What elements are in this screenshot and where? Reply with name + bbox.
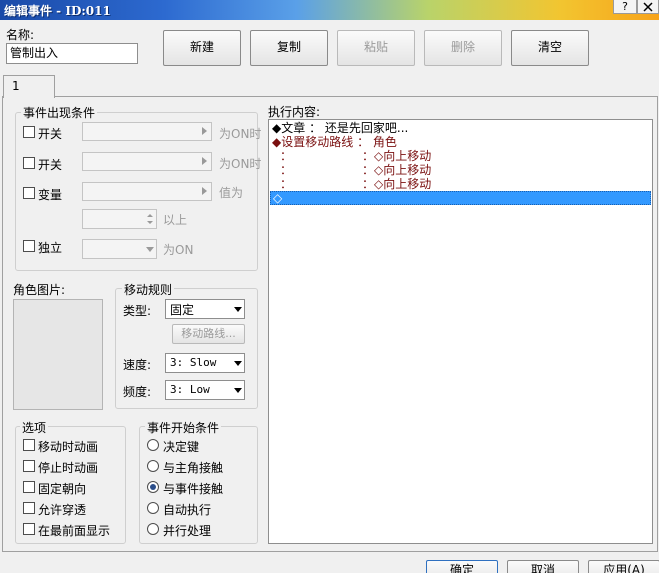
variable-label: 变量 [38,188,63,202]
variable-select[interactable] [82,182,212,201]
trigger-radio[interactable] [147,502,159,514]
spinner-arrows-icon [147,214,153,224]
character-image-label: 角色图片: [13,283,66,297]
speed-value: 3: Slow [170,356,217,369]
arrow-right-icon [202,187,207,195]
help-button[interactable]: ? [613,0,637,14]
frequency-label: 频度: [123,385,152,399]
move-type-label: 类型: [123,304,152,318]
close-icon [643,2,653,12]
option-label: 允许穿透 [38,503,87,517]
command-line[interactable]: ： ： ◇向上移动 [280,177,431,191]
trigger-label: 与事件接触 [163,482,224,496]
ok-button[interactable]: 确定 [426,560,498,573]
trigger-label: 与主角接触 [163,461,224,475]
chevron-down-icon [234,307,242,312]
self-switch-label: 独立 [38,241,63,255]
command-line[interactable]: ： ： ◇向上移动 [280,149,431,163]
switch2-checkbox[interactable] [23,157,35,169]
command-line[interactable]: ： ： ◇向上移动 [280,163,431,177]
switch1-select[interactable] [82,122,212,141]
move-rules-title: 移动规则 [122,281,175,298]
delete-button[interactable]: 删除 [424,30,502,66]
switch2-select[interactable] [82,152,212,171]
option-label: 停止时动画 [38,461,99,475]
options-title: 选项 [20,419,49,436]
command-line-selected[interactable]: ◇ [270,191,651,205]
name-input[interactable]: 管制出入 [6,43,138,64]
trigger-radio[interactable] [147,439,159,451]
option-label: 在最前面显示 [38,524,111,538]
option-checkbox[interactable] [23,502,35,514]
paste-button[interactable]: 粘贴 [337,30,415,66]
chevron-down-icon [234,361,242,366]
option-label: 固定朝向 [38,482,87,496]
arrow-right-icon [202,127,207,135]
trigger-label: 并行处理 [163,524,212,538]
tab-label: 1 [12,79,20,93]
trigger-radio[interactable] [147,460,159,472]
variable-suffix: 值为 [219,186,244,200]
option-label: 移动时动画 [38,440,99,454]
commands-label: 执行内容: [268,105,321,119]
apply-button[interactable]: 应用(A) [588,560,659,573]
switch1-suffix: 为ON时 [219,127,262,141]
trigger-label: 决定键 [163,440,200,454]
self-switch-checkbox[interactable] [23,240,35,252]
copy-button[interactable]: 复制 [250,30,328,66]
chevron-down-icon [234,388,242,393]
variable-checkbox[interactable] [23,187,35,199]
move-type-value: 固定 [170,303,195,317]
trigger-radio-selected[interactable] [147,481,159,493]
frequency-value: 3: Low [170,383,210,396]
window-title: 编辑事件 - ID:011 [4,4,111,18]
self-switch-select[interactable] [82,239,157,259]
frequency-select[interactable]: 3: Low [165,380,245,400]
speed-label: 速度: [123,358,152,372]
character-image-preview[interactable] [13,299,103,410]
trigger-radio[interactable] [147,523,159,535]
clear-button[interactable]: 清空 [511,30,589,66]
name-label: 名称: [6,28,35,42]
close-button[interactable] [637,0,659,14]
option-checkbox[interactable] [23,523,35,535]
switch1-label: 开关 [38,127,63,141]
option-checkbox[interactable] [23,481,35,493]
tab-1[interactable]: 1 [3,75,55,98]
trigger-title: 事件开始条件 [145,419,222,436]
chevron-down-icon [146,247,154,252]
commands-list[interactable] [268,119,653,544]
arrow-right-icon [202,157,207,165]
cancel-button[interactable]: 取消 [507,560,579,573]
command-line[interactable]: ◆设置移动路线 ： 角色 [272,135,397,149]
command-line[interactable]: ◆文章 ： 还是先回家吧... [272,121,408,135]
move-route-button[interactable]: 移动路线... [172,324,245,344]
switch2-label: 开关 [38,158,63,172]
conditions-title: 事件出现条件 [21,104,98,121]
trigger-label: 自动执行 [163,503,212,517]
variable-value-spinner[interactable] [82,209,157,229]
new-button[interactable]: 新建 [163,30,241,66]
switch1-checkbox[interactable] [23,126,35,138]
self-switch-suffix: 为ON [163,243,194,257]
variable-suffix2: 以上 [163,213,188,227]
move-type-select[interactable]: 固定 [165,299,245,319]
option-checkbox[interactable] [23,439,35,451]
option-checkbox[interactable] [23,460,35,472]
switch2-suffix: 为ON时 [219,157,262,171]
speed-select[interactable]: 3: Slow [165,353,245,373]
